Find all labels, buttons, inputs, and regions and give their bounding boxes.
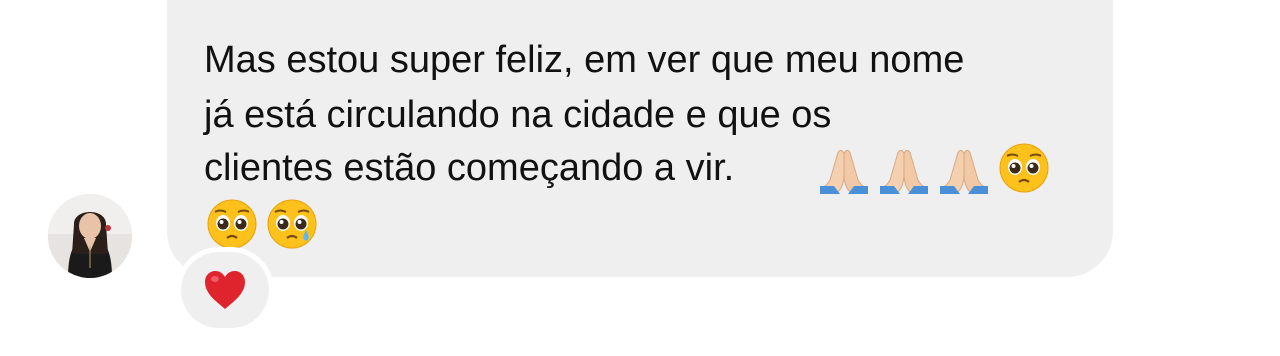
folded-hands-icon	[940, 149, 988, 194]
message-text-line-2: já está circulando na cidade e que os	[204, 94, 832, 136]
folded-hands-icon	[820, 149, 868, 194]
avatar[interactable]	[48, 194, 132, 278]
chat-view: Mas estou super feliz, em ver que meu no…	[0, 0, 1280, 356]
message-reaction[interactable]	[181, 252, 269, 328]
pleading-face-icon	[999, 143, 1049, 193]
message-text-line-1: Mas estou super feliz, em ver que meu no…	[204, 39, 965, 81]
message-text-line-3: clientes estão começando a vir.	[204, 147, 735, 189]
profile-photo-icon	[48, 194, 132, 278]
red-heart-icon	[205, 271, 245, 309]
pleading-face-icon	[207, 199, 257, 249]
pleading-face-tear-icon	[267, 199, 317, 249]
folded-hands-icon	[880, 149, 928, 194]
